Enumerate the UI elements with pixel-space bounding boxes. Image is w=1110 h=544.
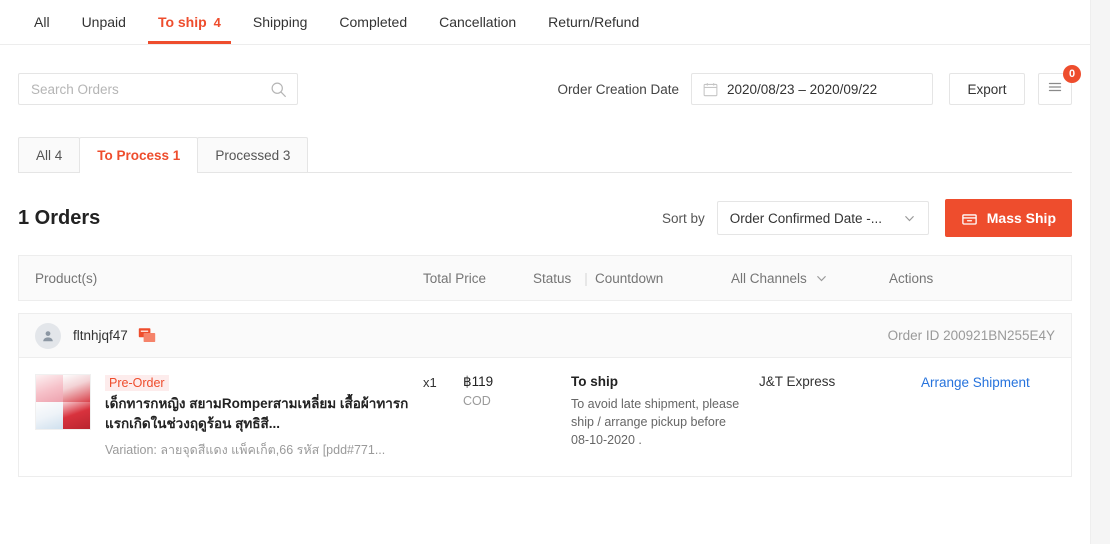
chevron-down-icon	[815, 272, 828, 285]
product-info: Pre-Order เด็กทารกหญิง สยามRomperสามเหลี…	[105, 374, 423, 460]
tab-all[interactable]: All	[18, 0, 66, 44]
sort-by-select[interactable]: Order Confirmed Date -...	[716, 201, 929, 235]
order-card-header: fltnhjqf47 Order ID 200921BN255E4Y	[19, 314, 1071, 358]
thumb-tile-3	[36, 402, 63, 429]
payment-method: COD	[463, 394, 491, 408]
tab-unpaid[interactable]: Unpaid	[66, 0, 142, 44]
order-management-page: All Unpaid To ship 4 Shipping Completed …	[0, 0, 1110, 544]
product-title[interactable]: เด็กทารกหญิง สยามRomperสามเหลี่ยม เสื้อผ…	[105, 394, 423, 435]
tab-cancellation[interactable]: Cancellation	[423, 0, 532, 44]
active-tab-underline	[147, 41, 231, 44]
document-list-icon	[1046, 78, 1064, 101]
orders-count: 1 Orders	[18, 206, 101, 229]
calendar-icon	[703, 82, 718, 97]
thumb-tile-4	[63, 402, 90, 429]
batch-document-wrapper: 0	[1038, 65, 1081, 105]
date-range-value: 2020/08/23 – 2020/09/22	[727, 81, 878, 97]
thumb-tile-1	[36, 375, 63, 402]
product-cell: Pre-Order เด็กทารกหญิง สยามRomperสามเหลี…	[35, 374, 423, 460]
header-status: Status	[533, 270, 572, 286]
product-quantity: x1	[423, 375, 437, 390]
tab-completed[interactable]: Completed	[323, 0, 423, 44]
sub-tab-processed[interactable]: Processed 3	[197, 137, 309, 172]
price-cell: ฿119 COD	[463, 374, 571, 408]
sub-tab-all[interactable]: All 4	[18, 137, 81, 172]
pre-order-badge: Pre-Order	[105, 375, 169, 391]
orders-header: 1 Orders Sort by Order Confirmed Date -.…	[0, 197, 1090, 239]
order-creation-date-label: Order Creation Date	[557, 81, 679, 97]
process-sub-tabs: All 4 To Process 1 Processed 3	[18, 137, 1072, 173]
tab-to-ship-label: To ship	[157, 14, 207, 30]
sort-by-label: Sort by	[661, 210, 705, 226]
box-icon	[961, 210, 978, 227]
batch-document-badge: 0	[1063, 65, 1081, 83]
status-note: To avoid late shipment, please ship / ar…	[571, 397, 740, 448]
filter-right-group: Order Creation Date 2020/08/23 – 2020/09…	[557, 65, 1081, 105]
main-content: All Unpaid To ship 4 Shipping Completed …	[0, 0, 1090, 544]
header-products: Product(s)	[35, 270, 98, 286]
status-title: To ship	[571, 374, 618, 389]
search-input[interactable]	[31, 81, 270, 97]
header-countdown: Countdown	[595, 270, 664, 286]
header-separator: |	[584, 270, 588, 286]
order-id: Order ID 200921BN255E4Y	[887, 328, 1055, 343]
tab-unpaid-label: Unpaid	[81, 14, 126, 30]
header-channel-filter[interactable]: All Channels	[731, 271, 889, 286]
header-actions: Actions	[889, 270, 934, 286]
order-status-tabs: All Unpaid To ship 4 Shipping Completed …	[0, 0, 1090, 45]
tab-return-refund[interactable]: Return/Refund	[532, 0, 655, 44]
status-cell: To ship To avoid late shipment, please s…	[571, 374, 759, 449]
order-card: fltnhjqf47 Order ID 200921BN255E4Y Pre-O…	[18, 313, 1072, 477]
arrange-shipment-link[interactable]: Arrange Shipment	[921, 375, 1030, 390]
chat-icon[interactable]	[138, 327, 156, 345]
actions-cell: Arrange Shipment	[921, 374, 1055, 392]
thumb-tile-2	[63, 375, 90, 402]
header-channel-label: All Channels	[731, 270, 807, 286]
avatar	[35, 322, 61, 349]
orders-table: Product(s) Total Price Status | Countdow…	[18, 255, 1072, 477]
tab-completed-label: Completed	[339, 14, 408, 30]
shipping-channel: J&T Express	[759, 374, 836, 389]
tab-to-ship-count: 4	[213, 14, 221, 30]
tab-shipping-label: Shipping	[252, 14, 308, 30]
order-row: Pre-Order เด็กทารกหญิง สยามRomperสามเหลี…	[19, 358, 1071, 476]
date-range-picker[interactable]: 2020/08/23 – 2020/09/22	[691, 73, 933, 105]
export-button[interactable]: Export	[949, 73, 1025, 105]
tab-return-refund-label: Return/Refund	[548, 14, 640, 30]
header-total-price: Total Price	[423, 270, 487, 286]
search-icon[interactable]	[270, 81, 287, 98]
sort-by-value: Order Confirmed Date -...	[729, 210, 883, 226]
tab-to-ship[interactable]: To ship 4	[142, 0, 237, 44]
sub-tab-to-process[interactable]: To Process 1	[79, 137, 199, 173]
mass-ship-button[interactable]: Mass Ship	[944, 199, 1072, 237]
tab-shipping[interactable]: Shipping	[237, 0, 324, 44]
search-orders-box[interactable]	[18, 73, 298, 105]
chevron-down-icon	[903, 212, 916, 225]
filter-bar: Order Creation Date 2020/08/23 – 2020/09…	[0, 45, 1090, 113]
total-price: ฿119	[463, 374, 494, 389]
table-header-row: Product(s) Total Price Status | Countdow…	[18, 255, 1072, 301]
sort-group: Sort by Order Confirmed Date -... Mass S…	[662, 199, 1072, 237]
product-thumbnail[interactable]	[35, 374, 91, 430]
mass-ship-label: Mass Ship	[986, 210, 1056, 226]
tab-all-label: All	[34, 14, 50, 30]
buyer-username[interactable]: fltnhjqf47	[73, 328, 128, 343]
tab-cancellation-label: Cancellation	[439, 14, 517, 30]
product-variation: Variation: ลายจุดสีแดง แพ็คเก็ต,66 รหัส …	[105, 442, 386, 457]
right-rail	[1090, 0, 1110, 544]
